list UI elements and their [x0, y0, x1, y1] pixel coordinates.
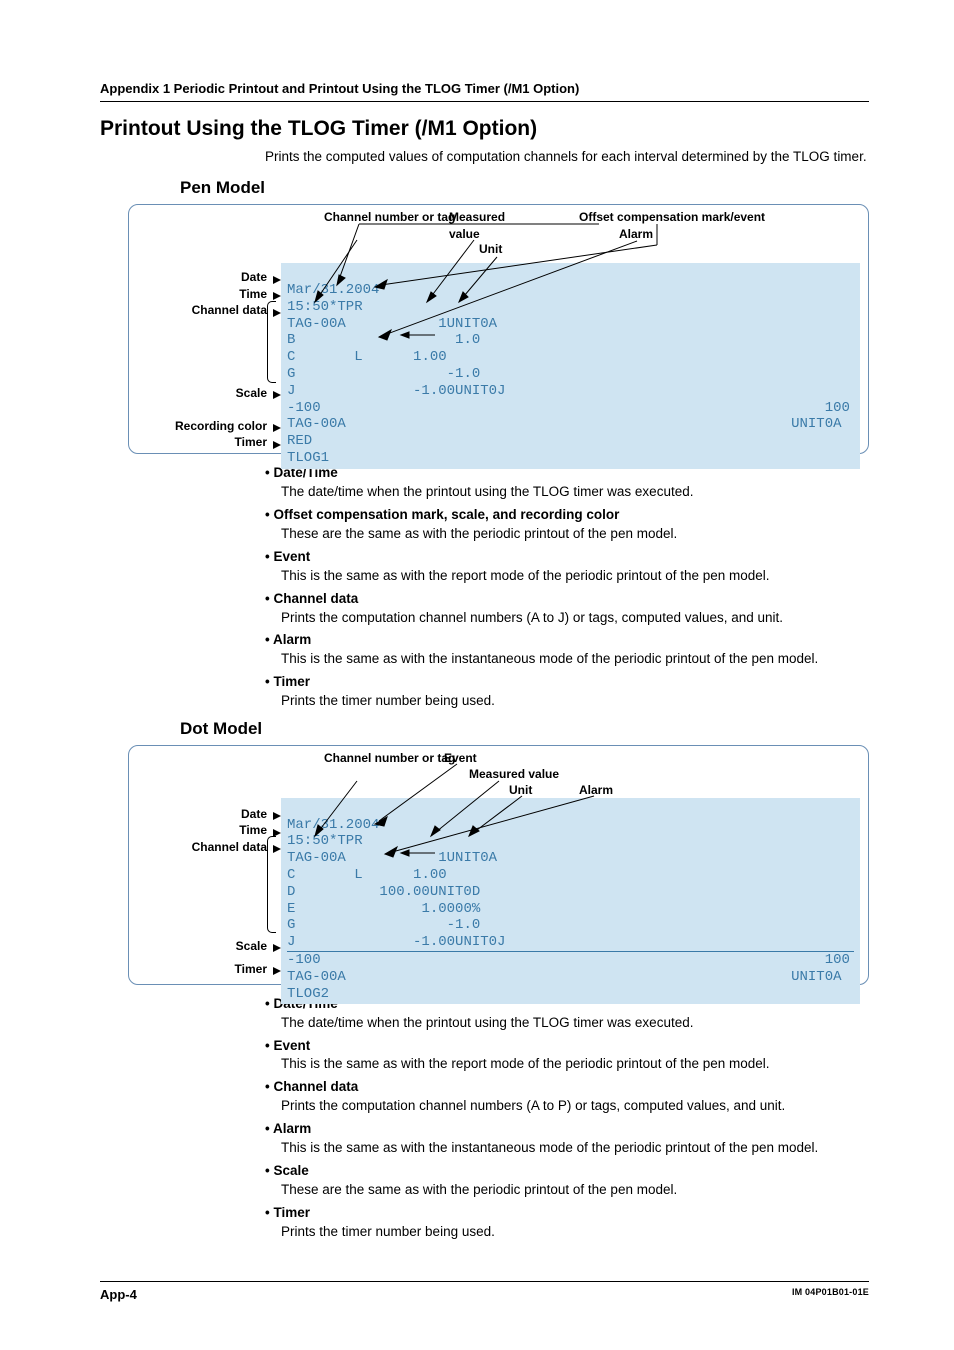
label-alarm: Alarm [579, 782, 613, 799]
pen-printout: Mar/31.2004 15:50*TPR TAG-00A 1UNIT0A B … [281, 263, 860, 469]
pen-diagram: Channel number or tag Measured value Uni… [128, 204, 869, 454]
label-measured: Measured value [449, 209, 529, 243]
page-footer: App-4 IM 04P01B01-01E [100, 1281, 869, 1304]
label-measured: Measured value [469, 766, 559, 783]
section-title: Printout Using the TLOG Timer (/M1 Optio… [100, 114, 869, 143]
running-header: Appendix 1 Periodic Printout and Printou… [100, 80, 869, 102]
page-number: App-4 [100, 1286, 137, 1304]
dot-left-labels: Date Time Channel data Scale Timer [137, 806, 267, 978]
label-channel: Channel number or tag [324, 209, 455, 226]
dot-diagram: Channel number or tag Event Measured val… [128, 745, 869, 985]
label-channel: Channel number or tag [324, 750, 455, 767]
pen-model-title: Pen Model [180, 176, 869, 200]
label-offset: Offset compensation mark/event [579, 209, 765, 226]
dot-printout: Mar/31.2004 15:50*TPR TAG-00A 1UNIT0A C … [281, 798, 860, 1005]
dot-bullets: Date/TimeThe date/time when the printout… [265, 995, 869, 1242]
label-event: Event [444, 750, 477, 767]
brace-icon [267, 301, 276, 383]
brace-icon [267, 836, 276, 933]
dot-model-title: Dot Model [180, 717, 869, 741]
doc-id: IM 04P01B01-01E [792, 1286, 869, 1304]
label-alarm: Alarm [619, 226, 653, 243]
intro-paragraph: Prints the computed values of computatio… [265, 148, 869, 167]
label-unit: Unit [509, 782, 532, 799]
pen-left-labels: Date Time Channel data Scale Recording c… [137, 269, 267, 451]
label-unit: Unit [479, 241, 502, 258]
pen-bullets: Date/TimeThe date/time when the printout… [265, 464, 869, 711]
